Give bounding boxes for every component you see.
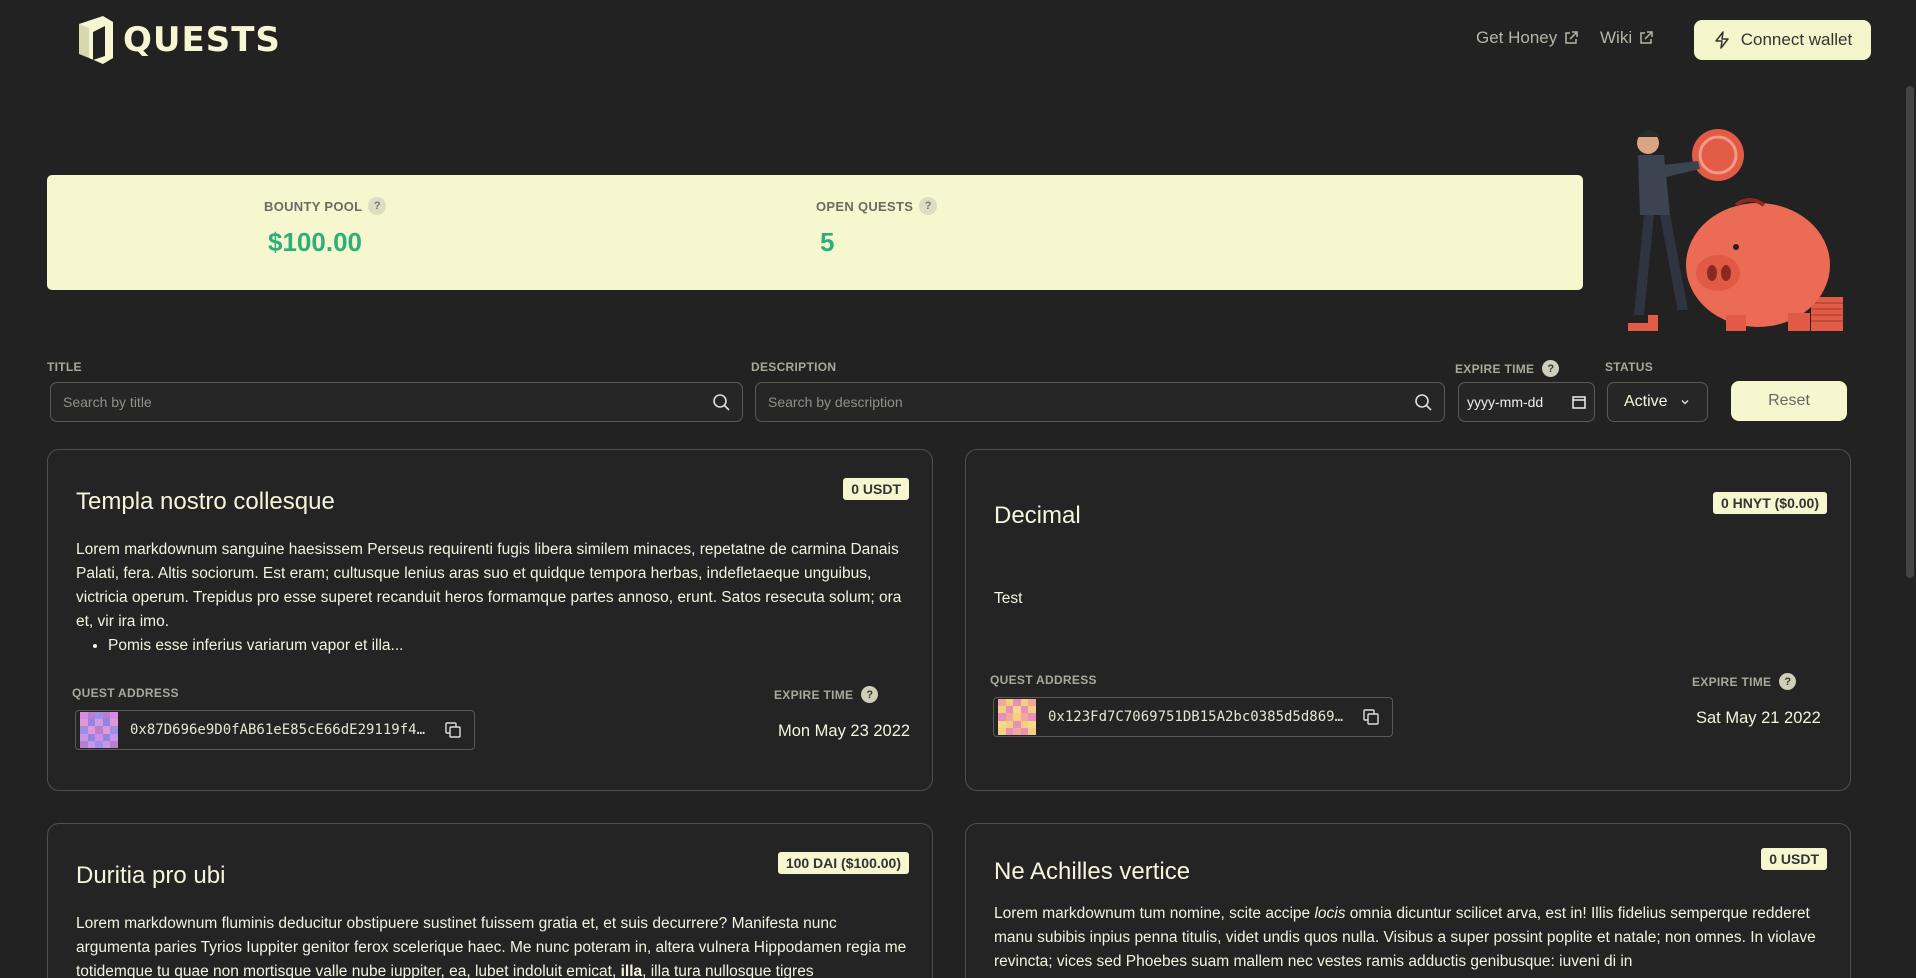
quest-address-box: 0x123Fd7C7069751DB15A2bc0385d5d869… [993, 697, 1393, 737]
connect-wallet-button[interactable]: Connect wallet [1694, 20, 1871, 60]
open-quests-value: 5 [820, 227, 835, 257]
help-icon[interactable]: ? [368, 197, 387, 215]
help-icon[interactable]: ? [1542, 360, 1560, 377]
description-filter-label: DESCRIPTION [751, 360, 837, 374]
quest-card[interactable]: Duritia pro ubi 100 DAI ($100.00) Lorem … [47, 823, 933, 978]
quest-title[interactable]: Ne Achilles vertice [994, 858, 1190, 886]
bounty-pool-value: $100.00 [268, 227, 362, 257]
connect-wallet-label: Connect wallet [1740, 30, 1853, 49]
logo[interactable]: QUESTS [75, 14, 281, 66]
copy-icon[interactable] [1362, 708, 1380, 726]
description-search-field[interactable] [755, 382, 1445, 422]
bounty-badge: 0 HNYT ($0.00) [1712, 492, 1827, 514]
list-item: Pomis esse inferius variarum vapor et il… [108, 634, 911, 658]
quest-address-text[interactable]: 0x123Fd7C7069751DB15A2bc0385d5d869… [1048, 709, 1350, 725]
logo-text: QUESTS [123, 20, 281, 60]
identicon-avatar [80, 712, 118, 748]
open-quests-stat: OPEN QUESTS ? 5 [816, 197, 938, 258]
nav-link-label: Wiki [1600, 28, 1633, 47]
quest-title[interactable]: Duritia pro ubi [76, 862, 225, 890]
search-icon [713, 394, 730, 411]
quest-card[interactable]: Templa nostro collesque 0 USDT Lorem mar… [47, 449, 933, 791]
lightning-icon [1714, 31, 1729, 49]
quest-address-box: 0x87D696e9D0fAB61eE85cE66dE29119f4… [75, 710, 475, 750]
status-selected-value: Active [1624, 393, 1668, 410]
nav-link-wiki[interactable]: Wiki [1600, 28, 1654, 48]
piggy-bank-illustration [1628, 129, 1843, 331]
expire-time-label: EXPIRE TIME ? [774, 686, 879, 703]
identicon-avatar [998, 699, 1036, 735]
bounty-badge: 100 DAI ($100.00) [777, 852, 909, 874]
expire-date-field[interactable]: yyyy-mm-dd [1458, 382, 1595, 422]
quest-address-text[interactable]: 0x87D696e9D0fAB61eE85cE66dE29119f4… [130, 722, 432, 738]
quest-description: Lorem markdownum tum nomine, scite accip… [994, 905, 1816, 970]
description-search-input[interactable] [768, 394, 1414, 410]
open-quests-label: OPEN QUESTS [816, 198, 914, 214]
quest-title[interactable]: Decimal [994, 502, 1081, 530]
status-filter-label: STATUS [1605, 360, 1654, 374]
expire-time-label: EXPIRE TIME ? [1692, 673, 1797, 690]
help-icon[interactable]: ? [919, 197, 938, 215]
title-filter-label: TITLE [47, 360, 82, 374]
header: QUESTS Get Honey Wiki Connect wallet [0, 0, 1916, 78]
help-icon[interactable]: ? [861, 686, 879, 703]
reset-button[interactable]: Reset [1731, 381, 1847, 421]
copy-icon[interactable] [444, 721, 462, 739]
bounty-badge: 0 USDT [843, 478, 909, 500]
status-select[interactable]: Active [1607, 382, 1708, 422]
bounty-badge: 0 USDT [1761, 848, 1827, 870]
quest-description: Lorem markdownum fluminis deducitur obst… [76, 915, 907, 978]
calendar-icon[interactable] [1572, 395, 1586, 409]
search-icon [1415, 394, 1432, 411]
expire-time-value: Sat May 21 2022 [1696, 709, 1821, 727]
title-search-field[interactable] [50, 382, 743, 422]
expire-time-value: Mon May 23 2022 [778, 722, 911, 740]
external-link-icon [1640, 31, 1653, 44]
chevron-down-icon [1681, 400, 1689, 405]
scrollbar-thumb[interactable] [1906, 86, 1914, 578]
bounty-pool-stat: BOUNTY POOL ? $100.00 [264, 197, 387, 258]
quest-description: Test [994, 590, 1023, 607]
quest-title[interactable]: Templa nostro collesque [76, 488, 335, 516]
expire-date-placeholder: yyyy-mm-dd [1467, 394, 1544, 410]
quest-description: Lorem markdownum sanguine haesissem Pers… [76, 538, 911, 658]
expire-time-filter-label: EXPIRE TIME ? [1455, 360, 1560, 377]
bounty-pool-label: BOUNTY POOL [264, 198, 363, 214]
nav-link-label: Get Honey [1476, 28, 1558, 47]
quest-address-label: QUEST ADDRESS [990, 673, 1097, 687]
nav-link-get-honey[interactable]: Get Honey [1476, 28, 1579, 48]
quests-logo-icon [79, 16, 113, 64]
stats-panel: BOUNTY POOL ? $100.00 OPEN QUESTS ? 5 [47, 175, 1583, 290]
quest-address-label: QUEST ADDRESS [72, 686, 179, 700]
quest-card[interactable]: Decimal 0 HNYT ($0.00) Test QUEST ADDRES… [965, 449, 1851, 791]
quest-card[interactable]: Ne Achilles vertice 0 USDT Lorem markdow… [965, 823, 1851, 978]
external-link-icon [1565, 31, 1579, 44]
help-icon[interactable]: ? [1779, 673, 1797, 690]
title-search-input[interactable] [63, 394, 712, 410]
